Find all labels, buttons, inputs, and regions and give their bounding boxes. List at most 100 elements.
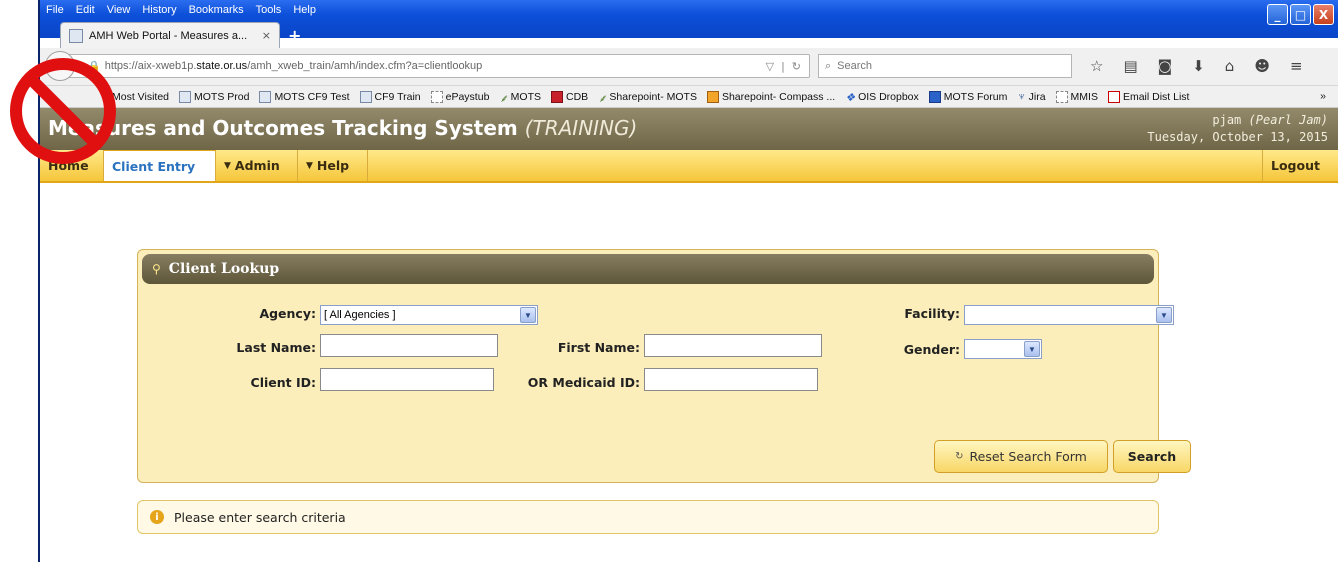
prohibited-icon — [10, 58, 116, 164]
bookmark-ois-dropbox[interactable]: ❖ OIS Dropbox — [845, 90, 919, 104]
page-icon — [359, 90, 372, 103]
bookmark-mots[interactable]: ⸙ MOTS — [499, 90, 541, 105]
status-message-text: Please enter search criteria — [174, 509, 346, 525]
bookmark-cdb[interactable]: CDB — [551, 90, 589, 103]
nav-logout[interactable]: Logout — [1262, 150, 1338, 181]
bookmarks-overflow-icon[interactable]: » — [1320, 90, 1326, 102]
username: pjam — [1212, 113, 1242, 127]
bookmark-jira[interactable]: ♆ Jira — [1017, 91, 1045, 103]
gender-select[interactable]: ▼ — [964, 339, 1042, 359]
status-message: i Please enter search criteria — [137, 500, 1159, 534]
search-button[interactable]: Search — [1113, 440, 1191, 473]
dropbox-icon: ❖ — [845, 91, 856, 104]
search-icon: ⚲ — [152, 262, 161, 276]
app-title-suffix: (TRAINING) — [524, 116, 638, 140]
nav-client-entry[interactable]: Client Entry — [104, 150, 216, 181]
bookmark-label: Sharepoint- MOTS — [609, 90, 697, 103]
panel-title: Client Lookup — [168, 261, 280, 277]
bookmark-mots-cf9-test[interactable]: MOTS CF9 Test — [259, 90, 350, 103]
search-input[interactable]: ⌕ Search — [818, 54, 1072, 78]
new-tab-button[interactable]: + — [288, 26, 301, 45]
pine-icon: ⸙ — [499, 92, 508, 105]
search-label: Search — [1127, 449, 1177, 464]
bookmark-mmis[interactable]: MMIS — [1055, 90, 1098, 103]
url-domain: state.or.us — [196, 60, 248, 72]
bookmark-label: MOTS — [510, 90, 541, 103]
menu-edit[interactable]: Edit — [76, 4, 95, 16]
nav-admin[interactable]: ▼ Admin — [216, 150, 298, 181]
window-controls: _ □ X — [1267, 4, 1334, 25]
reload-icon[interactable]: ▽ | ↻ — [766, 60, 801, 73]
agency-select[interactable]: [ All Agencies ] ▼ — [320, 305, 538, 325]
menu-history[interactable]: History — [142, 4, 176, 16]
panel-header: ⚲ Client Lookup — [142, 254, 1154, 284]
page-icon — [259, 90, 272, 103]
client-lookup-panel: ⚲ Client Lookup Agency: [ All Agencies ]… — [137, 249, 1191, 483]
page-icon — [69, 28, 83, 43]
bookmark-label: Jira — [1028, 90, 1046, 103]
bookmark-label: OIS Dropbox — [858, 90, 919, 103]
bookmark-label: MOTS Forum — [943, 90, 1008, 103]
toolbar-icons: ☆ ▤ ◙ ⬇ ⌂ ☻ ≡ — [1090, 57, 1303, 75]
client-id-label: Client ID: — [250, 375, 316, 390]
last-name-input[interactable] — [320, 334, 498, 357]
bookmark-sharepoint-mots[interactable]: ⸙ Sharepoint- MOTS — [598, 90, 697, 105]
bookmark-label: Most Visited — [112, 90, 169, 103]
page-icon — [179, 90, 191, 103]
download-icon[interactable]: ⬇ — [1192, 57, 1205, 75]
first-name-input[interactable] — [644, 334, 822, 357]
maximize-button[interactable]: □ — [1290, 4, 1311, 25]
menu-help[interactable]: Help — [293, 4, 316, 16]
nav-help-label: Help — [316, 158, 350, 173]
close-tab-icon[interactable]: × — [262, 29, 271, 42]
url-path: /amh_xweb_train/amh/index.cfm?a=clientlo… — [247, 60, 483, 72]
bookmark-cf9-train[interactable]: CF9 Train — [359, 90, 421, 103]
gender-label: Gender: — [903, 342, 960, 357]
app-nav: Home Client Entry ▼ Admin ▼ Help Logout — [40, 150, 1338, 183]
bookmark-label: CDB — [566, 90, 589, 103]
bookmark-mots-prod[interactable]: MOTS Prod — [179, 90, 249, 103]
menu-file[interactable]: File — [46, 4, 64, 16]
bookmark-most-visited[interactable]: Most Visited — [112, 91, 169, 103]
medicaid-id-label: OR Medicaid ID: — [527, 375, 640, 390]
home-icon[interactable]: ⌂ — [1225, 57, 1235, 75]
bookmark-email-dist-list[interactable]: Email Dist List — [1107, 90, 1190, 103]
dropdown-caret-icon: ▼ — [224, 160, 231, 171]
user-full-name: (Pearl Jam) — [1248, 113, 1328, 127]
bookmark-label: Email Dist List — [1122, 90, 1190, 103]
app-title: Measures and Outcomes Tracking System (T… — [48, 116, 637, 140]
bookmark-label: CF9 Train — [374, 90, 421, 103]
bookmark-sharepoint-compass[interactable]: Sharepoint- Compass ... — [706, 90, 835, 103]
bookmark-label: MOTS CF9 Test — [274, 90, 350, 103]
bookmark-star-icon[interactable]: ☆ — [1090, 57, 1103, 75]
browser-tab[interactable]: AMH Web Portal - Measures a... × — [60, 22, 280, 48]
chat-icon[interactable]: ☻ — [1254, 57, 1270, 75]
reset-search-form-button[interactable]: ↻ Reset Search Form — [934, 440, 1108, 473]
nav-help[interactable]: ▼ Help — [298, 150, 368, 181]
tab-title: AMH Web Portal - Measures a... — [89, 29, 248, 42]
app-header: Measures and Outcomes Tracking System (T… — [40, 108, 1338, 150]
menu-bar: File Edit View History Bookmarks Tools H… — [46, 4, 316, 16]
mailman-icon — [1107, 90, 1120, 103]
search-icon: ⌕ — [825, 59, 832, 72]
menu-bookmarks[interactable]: Bookmarks — [189, 4, 244, 16]
chevron-down-icon: ▼ — [1156, 307, 1172, 323]
close-window-button[interactable]: X — [1313, 4, 1334, 25]
medicaid-id-input[interactable] — [644, 368, 818, 391]
bookmark-epaystub[interactable]: ePaystub — [430, 90, 489, 103]
chevron-down-icon: ▼ — [520, 307, 536, 323]
client-id-input[interactable] — [320, 368, 494, 391]
pocket-icon[interactable]: ◙ — [1158, 57, 1173, 75]
url-bar[interactable]: ← 🔒 https://aix-xweb1p.state.or.us/amh_x… — [45, 51, 810, 81]
minimize-button[interactable]: _ — [1267, 4, 1288, 25]
menu-view[interactable]: View — [107, 4, 131, 16]
search-placeholder: Search — [837, 60, 873, 72]
bookmark-mots-forum[interactable]: MOTS Forum — [928, 90, 1008, 103]
nav-client-entry-label: Client Entry — [112, 158, 196, 174]
facility-select[interactable]: ▼ — [964, 305, 1174, 325]
menu-tools[interactable]: Tools — [256, 4, 282, 16]
nav-admin-label: Admin — [234, 158, 280, 173]
reading-list-icon[interactable]: ▤ — [1123, 57, 1137, 75]
url-text[interactable]: https://aix-xweb1p.state.or.us/amh_xweb_… — [105, 60, 766, 72]
hamburger-menu-icon[interactable]: ≡ — [1290, 57, 1303, 75]
